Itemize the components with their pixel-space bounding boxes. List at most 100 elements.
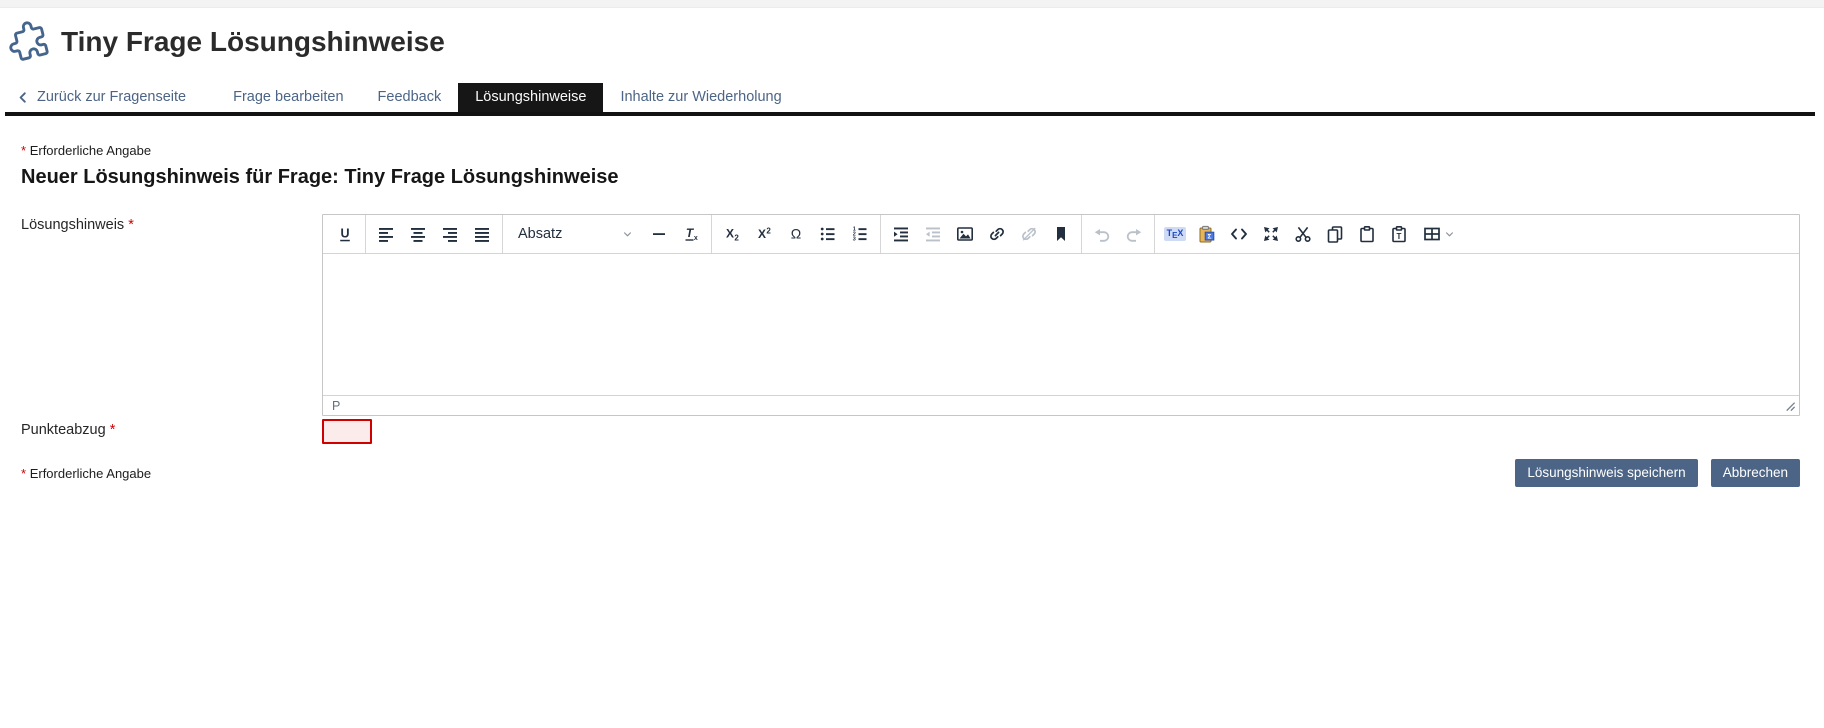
clear-formatting-icon: Tx: [681, 224, 701, 244]
chevron-down-icon: [1443, 228, 1456, 241]
align-left-button[interactable]: [371, 219, 401, 249]
horizontal-rule-button[interactable]: [644, 219, 674, 249]
chevron-left-icon: [17, 91, 29, 104]
special-character-button[interactable]: Ω: [781, 219, 811, 249]
svg-text:3: 3: [853, 237, 856, 243]
loesungshinweis-label: Lösungshinweis *: [21, 214, 322, 416]
copy-button[interactable]: [1320, 219, 1350, 249]
outdent-icon: [923, 224, 943, 244]
chevron-down-icon: [621, 228, 634, 241]
required-note-text: Erforderliche Angabe: [30, 466, 151, 481]
unordered-list-button[interactable]: [813, 219, 843, 249]
source-code-icon: [1229, 224, 1249, 244]
underline-button[interactable]: U: [330, 219, 360, 249]
svg-text:2: 2: [734, 234, 739, 243]
special-character-icon: Ω: [786, 224, 806, 244]
image-icon: [955, 224, 975, 244]
required-asterisk: *: [110, 422, 116, 438]
undo-icon: [1092, 224, 1112, 244]
save-hint-button[interactable]: Lösungshinweis speichern: [1515, 459, 1697, 487]
superscript-icon: X2: [754, 224, 774, 244]
align-right-button[interactable]: [435, 219, 465, 249]
element-path-item[interactable]: P: [332, 399, 340, 413]
fullscreen-button[interactable]: [1256, 219, 1286, 249]
subscript-button[interactable]: X2: [717, 219, 747, 249]
indent-button[interactable]: [886, 219, 916, 249]
paste-math-button[interactable]: Σ: [1192, 219, 1222, 249]
align-justify-button[interactable]: [467, 219, 497, 249]
form-buttons: Lösungshinweis speichern Abbrechen: [1515, 459, 1800, 487]
table-button[interactable]: [1416, 219, 1462, 249]
anchor-icon: [1051, 224, 1071, 244]
form-footer: * Erforderliche Angabe Lösungshinweis sp…: [21, 459, 1800, 487]
copy-icon: [1325, 224, 1345, 244]
svg-text:T: T: [1397, 232, 1402, 241]
resize-handle-icon[interactable]: [1783, 399, 1796, 412]
clear-formatting-button[interactable]: Tx: [676, 219, 706, 249]
punkteabzug-label: Punkteabzug *: [21, 419, 322, 444]
main-content: * Erforderliche Angabe Neuer Lösungshinw…: [0, 116, 1824, 487]
cut-icon: [1293, 224, 1313, 244]
svg-text:Σ: Σ: [1208, 233, 1212, 240]
format-select-value: Absatz: [518, 226, 562, 242]
align-center-button[interactable]: [403, 219, 433, 249]
align-center-icon: [408, 224, 428, 244]
undo-button: [1087, 219, 1117, 249]
superscript-button[interactable]: X2: [749, 219, 779, 249]
punkteabzug-input[interactable]: [322, 419, 372, 444]
indent-icon: [891, 224, 911, 244]
svg-text:U: U: [340, 227, 349, 241]
paste-icon: [1357, 224, 1377, 244]
anchor-button[interactable]: [1046, 219, 1076, 249]
required-note-top: * Erforderliche Angabe: [21, 143, 1800, 158]
top-strip: [0, 0, 1824, 8]
editor-toolbar: UAbsatzTxX2X2Ω123TEXΣT: [323, 215, 1799, 254]
toolbar-group: X2X2Ω123: [712, 215, 881, 253]
svg-text:X: X: [726, 227, 734, 241]
link-icon: [987, 224, 1007, 244]
outdent-button: [918, 219, 948, 249]
required-asterisk: *: [21, 466, 26, 481]
source-code-button[interactable]: [1224, 219, 1254, 249]
back-link-label: Zurück zur Fragenseite: [37, 89, 186, 105]
ordered-list-button[interactable]: 123: [845, 219, 875, 249]
required-note-bottom: * Erforderliche Angabe: [21, 466, 151, 481]
cut-button[interactable]: [1288, 219, 1318, 249]
image-button[interactable]: [950, 219, 980, 249]
redo-icon: [1124, 224, 1144, 244]
ordered-list-icon: 123: [850, 224, 870, 244]
cancel-button[interactable]: Abbrechen: [1711, 459, 1800, 487]
toolbar-group: [366, 215, 503, 253]
paste-button[interactable]: [1352, 219, 1382, 249]
tex-button[interactable]: TEX: [1160, 219, 1190, 249]
toolbar-group: Absatz Tx: [503, 215, 712, 253]
tab-loesungshinweise[interactable]: Lösungshinweise: [458, 83, 603, 112]
form-heading: Neuer Lösungshinweis für Frage: Tiny Fra…: [21, 166, 1800, 189]
tab-feedback[interactable]: Feedback: [361, 83, 459, 112]
required-asterisk: *: [128, 217, 134, 233]
unordered-list-icon: [818, 224, 838, 244]
tab-frage-bearbeiten[interactable]: Frage bearbeiten: [216, 83, 360, 112]
field-row-loesungshinweis: Lösungshinweis * UAbsatzTxX2X2Ω123TEXΣT …: [21, 214, 1800, 416]
back-to-question-page-link[interactable]: Zurück zur Fragenseite: [5, 83, 203, 112]
unlink-button: [1014, 219, 1044, 249]
richtext-editor: UAbsatzTxX2X2Ω123TEXΣT P: [322, 214, 1800, 416]
toolbar-group: TEX Σ T: [1155, 215, 1467, 253]
link-button[interactable]: [982, 219, 1012, 249]
tab-inhalte-zur-wiederholung[interactable]: Inhalte zur Wiederholung: [603, 83, 798, 112]
align-left-icon: [376, 224, 396, 244]
puzzle-icon: [6, 19, 52, 65]
svg-text:Ω: Ω: [791, 226, 801, 242]
subscript-icon: X2: [722, 224, 742, 244]
paste-text-button[interactable]: T: [1384, 219, 1414, 249]
tex-icon: TEX: [1164, 227, 1187, 241]
horizontal-rule-icon: [649, 224, 669, 244]
svg-text:X: X: [758, 227, 766, 241]
richtext-editor-body[interactable]: [323, 254, 1799, 395]
format-select[interactable]: Absatz: [510, 219, 640, 249]
hint-form: Lösungshinweis * UAbsatzTxX2X2Ω123TEXΣT …: [21, 214, 1800, 444]
table-icon: [1422, 224, 1442, 244]
editor-statusbar: P: [323, 395, 1799, 415]
toolbar-group: [1082, 215, 1155, 253]
page-title: Tiny Frage Lösungshinweise: [61, 26, 445, 58]
